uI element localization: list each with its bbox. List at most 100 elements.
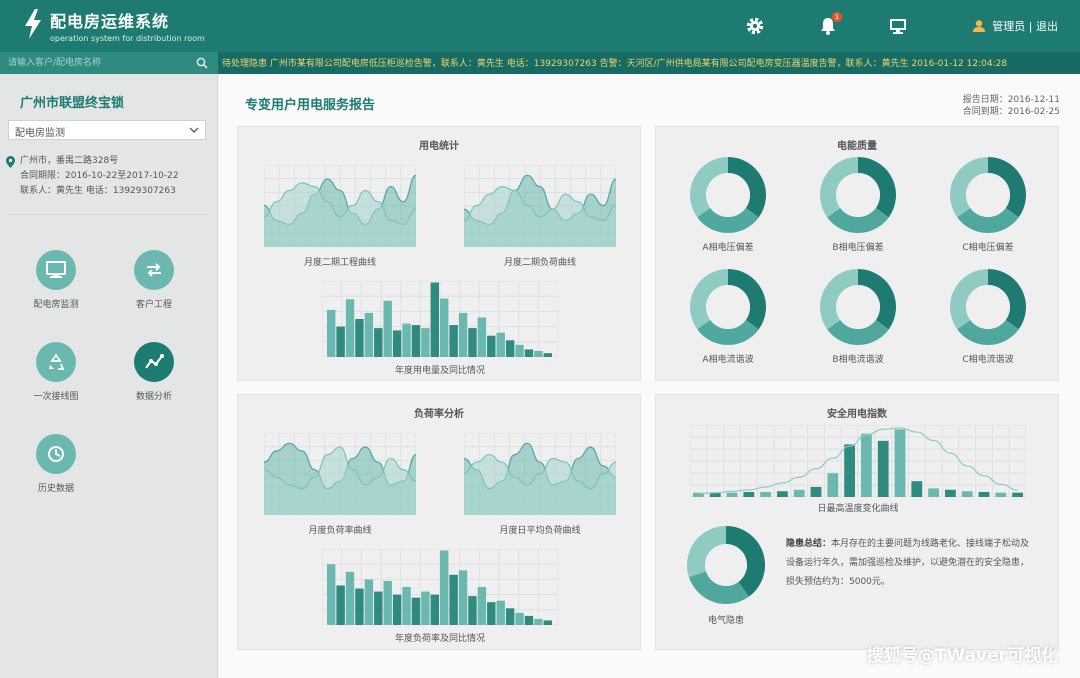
bar: [449, 325, 458, 357]
nav-item-engineering[interactable]: 客户工程: [104, 250, 204, 310]
bar: [345, 571, 355, 625]
bar: [468, 596, 477, 625]
donut-grid: A相电压偏差 B相电压偏差 C相电压偏差 A相电流谐波 B相电流谐波 C相电流谐波: [690, 157, 1026, 365]
bar: [487, 602, 496, 625]
user-menu[interactable]: 管理员 | 退出: [972, 18, 1058, 34]
bar: [534, 350, 543, 357]
bar: [440, 550, 449, 625]
area-chart: [264, 165, 416, 247]
customer-info: 广州市，番禺二路328号 合同期限：2016-10-22至2017-10-22 …: [6, 154, 208, 199]
location-pin-icon: [6, 156, 15, 168]
app-title: 配电房运维系统: [50, 12, 170, 31]
bar: [421, 328, 430, 357]
area-chart: [264, 433, 416, 515]
report-date: 报告日期：2016-12-11: [962, 95, 1060, 105]
nav-item-monitor[interactable]: 配电房监测: [6, 250, 106, 310]
bar-chart: [322, 549, 558, 625]
bar: [355, 588, 364, 625]
user-icon: [973, 20, 986, 32]
bar: [911, 481, 923, 497]
divider: [8, 214, 208, 215]
nav-circle: [36, 342, 76, 382]
bar: [726, 492, 738, 497]
bar: [468, 328, 477, 357]
bar: [534, 618, 543, 625]
view-select[interactable]: 配电房监测: [8, 120, 206, 140]
bar: [844, 444, 855, 497]
bar: [327, 309, 336, 357]
nav-label: 一次接线图: [33, 392, 79, 402]
sub-bar: 待处理隐患 广州市某有限公司配电房低压柜巡检告警，联系人：黄先生 电话：1392…: [0, 52, 1080, 74]
bar: [945, 489, 956, 497]
customer-name: 广州市联盟终宝锁: [20, 96, 125, 111]
bar: [355, 319, 364, 357]
bar: [810, 486, 822, 497]
nav-circle: [134, 342, 174, 382]
contact-person: 联系人：黄先生 电话：13929307263: [20, 186, 176, 196]
nav-label: 历史数据: [37, 484, 74, 494]
search-input[interactable]: [8, 55, 188, 71]
nav-item-analysis[interactable]: 数据分析: [104, 342, 204, 402]
bar: [430, 594, 439, 625]
bar: [995, 492, 1007, 497]
chevron-down-icon: [189, 127, 199, 134]
donut-label: B相电流谐波: [832, 353, 883, 365]
donut-label: C相电压偏差: [962, 241, 1013, 253]
watermark: 搜狐号@TWaver可视化: [866, 646, 1058, 666]
bar: [496, 600, 505, 625]
lightning-icon: [25, 9, 41, 39]
notification-button[interactable]: 1: [818, 12, 842, 36]
bar: [505, 608, 515, 625]
bar: [458, 570, 468, 625]
panel-safety-index: 安全用电指数 日最高温度变化曲线 电气隐患 隐患总结：本月存在的主要问题为线路老…: [655, 394, 1059, 650]
bar: [477, 317, 487, 357]
bar: [543, 353, 552, 357]
bar-line-chart: [690, 425, 1026, 497]
bar: [458, 312, 468, 357]
customer-address: 广州市，番禺二路328号: [20, 156, 119, 166]
bar: [440, 298, 449, 357]
hazard-summary: 隐患总结：本月存在的主要问题为线路老化、接线端子松动及设备运行年久，需加强巡检及…: [786, 535, 1036, 592]
monitor-icon[interactable]: [888, 16, 908, 36]
trend-icon: [145, 354, 164, 369]
bar: [336, 585, 345, 625]
bar: [524, 349, 534, 357]
bar: [411, 597, 421, 625]
bar: [383, 580, 392, 625]
search-icon[interactable]: [196, 57, 208, 69]
bar: [861, 433, 872, 497]
chart-caption: 月度负荷率曲线: [308, 526, 372, 536]
panel-power-usage: 用电统计 月度二期工程曲线 月度二期负荷曲线 年度用电量及同比情况: [237, 126, 641, 381]
bar: [978, 491, 990, 497]
bar: [392, 594, 402, 625]
bar: [961, 491, 973, 497]
panel-load-analysis: 负荷率分析 月度负荷率曲线 月度日平均负荷曲线 年度负荷率及同比情况: [237, 394, 641, 650]
panel-title: 电能质量: [837, 141, 877, 152]
bar: [336, 326, 345, 357]
chart-caption: 月度日平均负荷曲线: [499, 526, 581, 536]
bar: [374, 591, 383, 625]
bar: [402, 323, 411, 357]
bar: [449, 574, 458, 625]
notification-badge: 1: [832, 12, 842, 22]
chart-caption: 月度二期工程曲线: [303, 258, 376, 268]
search-box: [0, 52, 218, 74]
chart-caption: 年度负荷率及同比情况: [394, 634, 485, 644]
bar: [364, 312, 374, 357]
alert-ticker[interactable]: 待处理隐患 广州市某有限公司配电房低压柜巡检告警，联系人：黄先生 电话：1392…: [222, 56, 1074, 70]
nav-item-wiring[interactable]: 一次接线图: [6, 342, 106, 402]
chart-caption: 月度二期负荷曲线: [503, 258, 576, 268]
bar: [793, 489, 805, 497]
bar: [1012, 492, 1023, 497]
bar: [383, 300, 392, 357]
history-icon: [48, 446, 64, 462]
donut-label: B相电压偏差: [832, 241, 883, 253]
gear-icon[interactable]: [745, 16, 765, 36]
nav-circle: [134, 250, 174, 290]
donut-hole: [836, 285, 880, 329]
nav-label: 客户工程: [135, 300, 172, 310]
panel-power-quality: 电能质量 A相电压偏差 B相电压偏差 C相电压偏差 A相电流谐波 B相电流谐波 C相电流谐…: [655, 126, 1059, 381]
nav-item-history[interactable]: 历史数据: [6, 434, 106, 494]
donut-hole: [966, 173, 1010, 217]
app-logo[interactable]: 配电房运维系统 operation system for distributio…: [22, 8, 205, 43]
